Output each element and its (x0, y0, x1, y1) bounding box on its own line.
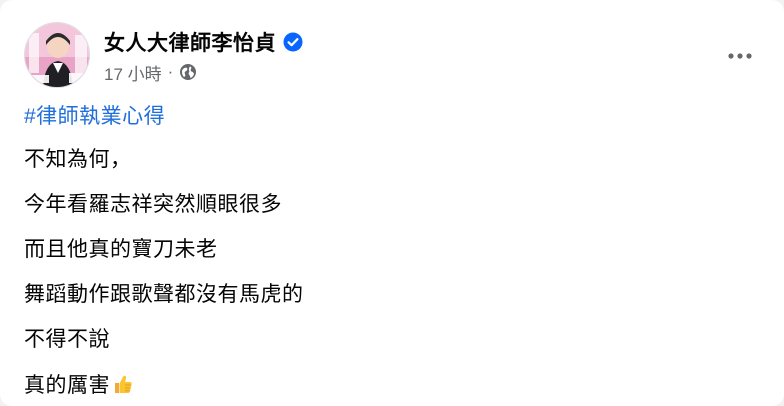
post-meta: 女人大律師李怡貞 17 小時 · (104, 28, 303, 85)
post-text-line: 不得不說 (24, 328, 110, 351)
profile-photo-icon (25, 23, 89, 87)
more-horizontal-icon (728, 53, 752, 59)
post-text-line: 不知為何， (24, 148, 132, 171)
hashtag-link[interactable]: #律師執業心得 (24, 100, 760, 134)
author-avatar[interactable] (24, 22, 90, 88)
post-card: 女人大律師李怡貞 17 小時 · #律師執業心得 不知為何， 今年看羅志祥突然順… (0, 0, 784, 406)
post-text-line-last: 真的厲害 (24, 373, 760, 397)
post-timestamp[interactable]: 17 小時 (104, 60, 162, 85)
post-header: 女人大律師李怡貞 17 小時 · (24, 22, 760, 92)
post-subinfo: 17 小時 · (104, 60, 303, 85)
post-text-line: 今年看羅志祥突然順眼很多 (24, 193, 282, 216)
globe-icon[interactable] (179, 63, 197, 81)
post-content: #律師執業心得 不知為何， 今年看羅志祥突然順眼很多 而且他真的寶刀未老 舞蹈動… (24, 100, 760, 397)
post-text-line: 舞蹈動作跟歌聲都沒有馬虎的 (24, 283, 304, 306)
post-text-line: 而且他真的寶刀未老 (24, 238, 218, 261)
author-name[interactable]: 女人大律師李怡貞 (104, 27, 276, 57)
author-row: 女人大律師李怡貞 (104, 28, 303, 56)
more-options-button[interactable] (720, 36, 760, 76)
thumbs-up-emoji-icon (112, 373, 134, 395)
verified-badge-icon (283, 32, 303, 52)
post-text-line: 真的厲害 (24, 374, 110, 397)
separator-dot: · (167, 62, 174, 81)
